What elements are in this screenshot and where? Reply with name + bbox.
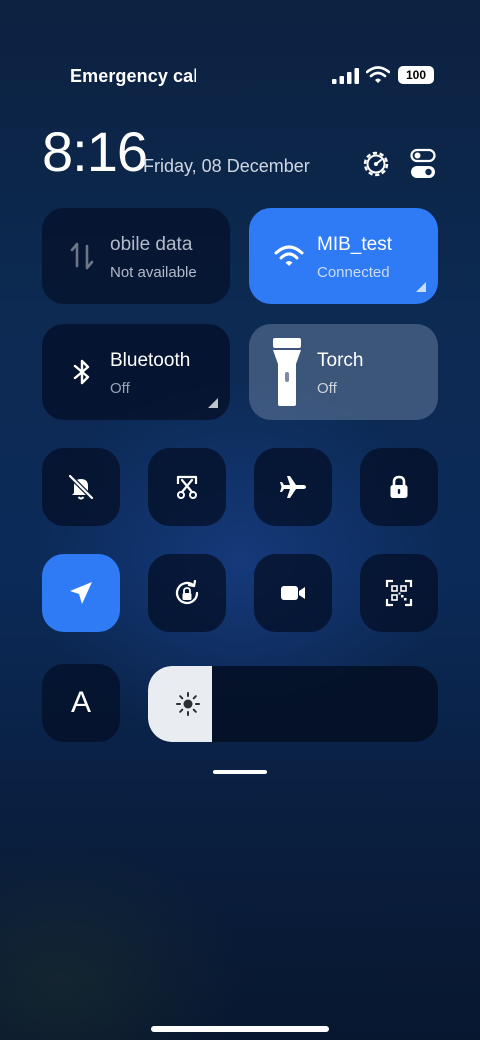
torch-icon — [273, 338, 301, 406]
bluetooth-tile[interactable]: Bluetooth Off — [42, 324, 230, 420]
font-size-label: A — [70, 686, 91, 719]
wifi-icon — [274, 245, 304, 266]
wifi-status: Connected — [317, 264, 390, 281]
video-camera-icon — [281, 586, 305, 600]
mobile-data-tile[interactable]: obile data Not available — [42, 208, 230, 304]
home-gesture-bar[interactable] — [151, 1026, 329, 1032]
battery-level: 100 — [405, 68, 427, 82]
wifi-expand-indicator[interactable] — [416, 282, 426, 292]
bell-off-icon — [68, 474, 94, 500]
location-toggle[interactable] — [42, 554, 120, 632]
brightness-slider-fill — [148, 666, 212, 742]
panel-drag-handle[interactable] — [213, 770, 267, 774]
clock-date: Friday, 08 December — [143, 156, 310, 176]
mobile-data-arrows-icon — [70, 242, 94, 270]
bluetooth-title: Bluetooth — [110, 350, 191, 371]
torch-status: Off — [317, 380, 337, 397]
airplane-icon — [280, 476, 306, 498]
location-icon — [70, 582, 92, 604]
battery-indicator: 100 — [398, 66, 434, 84]
torch-title: Torch — [317, 350, 364, 371]
font-size-button[interactable]: A — [42, 664, 120, 742]
screenshot-toggle[interactable] — [148, 448, 226, 526]
sun-icon — [176, 692, 200, 716]
scanner-toggle[interactable] — [360, 554, 438, 632]
mobile-data-title: obile data — [110, 234, 193, 255]
status-carrier-text: Emergency cal — [70, 66, 196, 86]
wifi-status-icon — [366, 66, 390, 83]
screen-cast-icon — [176, 475, 198, 499]
bluetooth-status: Off — [110, 380, 130, 397]
screen-recorder-toggle[interactable] — [254, 554, 332, 632]
signal-strength-icon — [332, 68, 359, 84]
clock-time: 8:16 — [42, 120, 148, 183]
brightness-slider[interactable] — [148, 666, 438, 742]
lock-screen-toggle[interactable] — [360, 448, 438, 526]
torch-tile[interactable]: Torch Off — [249, 324, 438, 420]
edit-toggles-icon[interactable] — [410, 148, 436, 180]
qr-scan-icon — [385, 579, 413, 607]
bluetooth-expand-indicator[interactable] — [208, 398, 218, 408]
mobile-data-status: Not available — [110, 264, 197, 281]
bluetooth-icon — [73, 359, 90, 385]
airplane-mode-toggle[interactable] — [254, 448, 332, 526]
silent-mode-toggle[interactable] — [42, 448, 120, 526]
lock-icon — [390, 475, 408, 498]
rotation-lock-icon — [175, 579, 199, 605]
settings-gear-icon[interactable] — [360, 148, 392, 180]
wifi-tile[interactable]: MIB_test Connected — [249, 208, 438, 304]
wifi-network-name: MIB_test — [317, 234, 392, 255]
rotation-lock-toggle[interactable] — [148, 554, 226, 632]
